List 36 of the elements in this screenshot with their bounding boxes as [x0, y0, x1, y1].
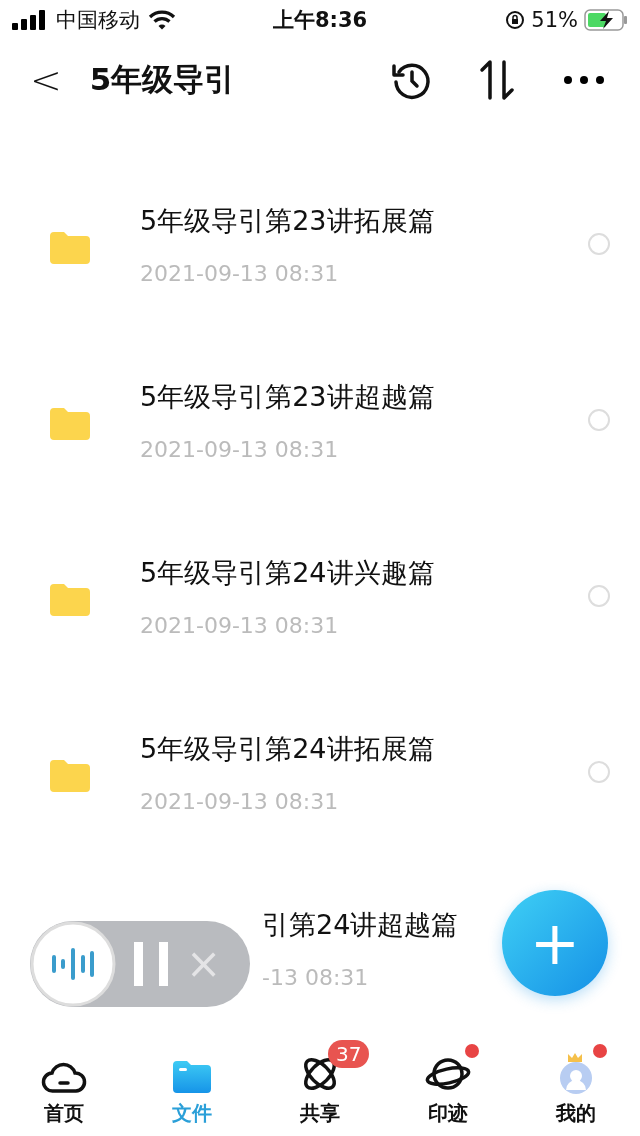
- audio-wave-icon[interactable]: [30, 921, 116, 1007]
- file-name[interactable]: 5年级导引第23讲超越篇: [140, 378, 435, 415]
- select-checkbox[interactable]: [588, 761, 610, 783]
- file-date: 2021-09-13 08:31: [140, 788, 339, 814]
- carrier-name: 中国移动: [56, 7, 140, 34]
- file-date: 2021-09-13 08:31: [140, 260, 339, 286]
- signal-icon: [12, 10, 48, 30]
- battery-charging-icon: [584, 9, 628, 31]
- select-checkbox[interactable]: [588, 585, 610, 607]
- select-checkbox[interactable]: [588, 233, 610, 255]
- folder-icon: [48, 230, 92, 266]
- page-title: 5年级导引: [89, 60, 237, 99]
- file-date: 2021-09-13 08:31: [140, 612, 339, 638]
- file-date: -13 08:31: [262, 964, 369, 990]
- pause-icon[interactable]: [134, 942, 168, 986]
- rotation-lock-icon: [505, 10, 526, 30]
- battery-percent: 51%: [531, 8, 578, 32]
- folder-icon: [48, 582, 92, 618]
- nav-tab[interactable]: 首页: [9, 1036, 119, 1136]
- file-date: 2021-09-13 08:31: [140, 436, 339, 462]
- more-icon[interactable]: [562, 74, 606, 86]
- select-checkbox[interactable]: [588, 409, 610, 431]
- folder-icon: [48, 758, 92, 794]
- file-name[interactable]: 5年级导引第24讲兴趣篇: [140, 554, 435, 591]
- file-name[interactable]: 5年级导引第24讲拓展篇: [140, 730, 435, 767]
- nav-tab[interactable]: 我的: [521, 1036, 631, 1136]
- notification-count: 37: [328, 1040, 370, 1068]
- file-name[interactable]: 引第24讲超越篇: [262, 906, 459, 943]
- status-time: 上午8:36: [272, 7, 368, 34]
- file-name[interactable]: 5年级导引第23讲拓展篇: [140, 202, 435, 239]
- folder-icon: [172, 1060, 212, 1094]
- back-button[interactable]: <: [22, 58, 70, 102]
- folder-icon: [48, 406, 92, 442]
- nav-tab[interactable]: 37 共享: [265, 1036, 375, 1136]
- wifi-icon: [148, 10, 176, 30]
- nav-tab[interactable]: 印迹: [393, 1036, 503, 1136]
